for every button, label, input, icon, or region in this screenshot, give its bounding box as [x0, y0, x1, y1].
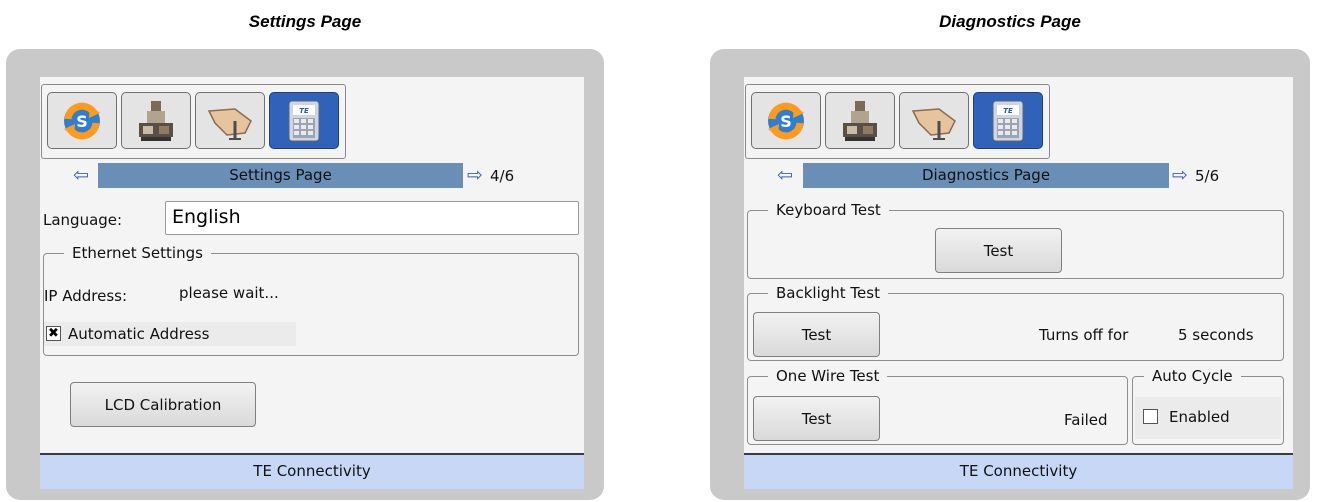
auto-cycle-toggle[interactable]: Enabled — [1135, 397, 1281, 439]
diagnostics-screen: S TE ⇦ Diagnostics Page ⇨ 5/6 Keyboard T… — [744, 77, 1293, 489]
sync-icon: S — [64, 102, 100, 139]
tab-sync[interactable]: S — [751, 92, 821, 149]
automatic-address-label: Automatic Address — [68, 325, 210, 343]
cable-tool-icon — [207, 107, 252, 140]
diagnostics-device-frame: S TE ⇦ Diagnostics Page ⇨ 5/6 Keyboard T… — [710, 49, 1310, 500]
one-wire-test-title: One Wire Test — [768, 366, 888, 386]
sync-icon: S — [768, 102, 804, 139]
tab-cable[interactable] — [899, 92, 969, 149]
ethernet-settings-group: Ethernet Settings IP Address: please wai… — [43, 243, 579, 356]
automatic-address-toggle[interactable]: ✖ Automatic Address — [44, 322, 296, 346]
page-count: 4/6 — [490, 167, 515, 185]
keyboard-test-group: Keyboard Test Test — [747, 200, 1284, 279]
language-field[interactable]: English — [165, 201, 579, 235]
one-wire-test-button[interactable]: Test — [753, 396, 880, 441]
printer-machine-icon — [843, 100, 877, 141]
backlight-test-group: Backlight Test Test Turns off for 5 seco… — [747, 283, 1284, 361]
one-wire-test-group: One Wire Test Test Failed — [747, 366, 1128, 445]
page-nav: ⇦ Settings Page ⇨ 4/6 — [40, 163, 584, 188]
right-arrow-icon[interactable]: ⇨ — [1172, 164, 1188, 186]
one-wire-result: Failed — [1064, 411, 1108, 429]
diagnostics-page-caption: Diagnostics Page — [939, 12, 1081, 31]
svg-text:S: S — [780, 112, 792, 131]
right-arrow-icon[interactable]: ⇨ — [467, 164, 483, 186]
page-title: Settings Page — [98, 163, 463, 188]
settings-device-frame: S TE ⇦ Settings Page ⇨ 4/6 Language: Eng… — [6, 49, 604, 500]
tab-device[interactable]: TE — [973, 92, 1043, 149]
lcd-calibration-button[interactable]: LCD Calibration — [70, 382, 256, 427]
backlight-test-button[interactable]: Test — [753, 312, 880, 357]
settings-page-caption: Settings Page — [248, 12, 362, 31]
backlight-status-text: Turns off for — [1039, 326, 1129, 344]
toolbar: S TE — [745, 84, 1050, 159]
cable-tool-icon — [911, 107, 956, 140]
svg-text:S: S — [76, 112, 88, 131]
keyboard-test-button[interactable]: Test — [935, 228, 1062, 273]
backlight-test-title: Backlight Test — [768, 283, 888, 303]
tab-machine[interactable] — [121, 92, 191, 149]
auto-cycle-group: Auto Cycle Enabled — [1132, 366, 1284, 445]
toolbar: S TE — [41, 84, 346, 159]
te-device-icon: TE — [288, 100, 320, 141]
svg-text:TE: TE — [1003, 107, 1013, 115]
tab-cable[interactable] — [195, 92, 265, 149]
ethernet-settings-title: Ethernet Settings — [64, 243, 211, 263]
printer-machine-icon — [139, 100, 173, 141]
auto-cycle-checkbox[interactable] — [1143, 409, 1158, 424]
tab-machine[interactable] — [825, 92, 895, 149]
te-device-icon: TE — [992, 100, 1024, 141]
tab-device[interactable]: TE — [269, 92, 339, 149]
left-arrow-icon[interactable]: ⇦ — [73, 164, 89, 186]
footer-brand: TE Connectivity — [40, 453, 584, 489]
svg-text:TE: TE — [299, 107, 309, 115]
footer-brand: TE Connectivity — [744, 453, 1293, 489]
keyboard-test-title: Keyboard Test — [768, 200, 889, 220]
backlight-duration: 5 seconds — [1178, 326, 1254, 344]
auto-cycle-enabled-label: Enabled — [1169, 408, 1230, 426]
auto-cycle-title: Auto Cycle — [1144, 366, 1241, 386]
ip-address-label: IP Address: — [44, 287, 128, 305]
page-count: 5/6 — [1195, 167, 1220, 185]
language-label: Language: — [43, 211, 123, 229]
automatic-address-checkbox[interactable]: ✖ — [46, 326, 61, 341]
ip-address-value: please wait... — [179, 284, 279, 302]
page-nav: ⇦ Diagnostics Page ⇨ 5/6 — [744, 163, 1293, 188]
tab-sync[interactable]: S — [47, 92, 117, 149]
settings-screen: S TE ⇦ Settings Page ⇨ 4/6 Language: Eng… — [40, 77, 584, 489]
page-title: Diagnostics Page — [803, 163, 1169, 188]
left-arrow-icon[interactable]: ⇦ — [777, 164, 793, 186]
